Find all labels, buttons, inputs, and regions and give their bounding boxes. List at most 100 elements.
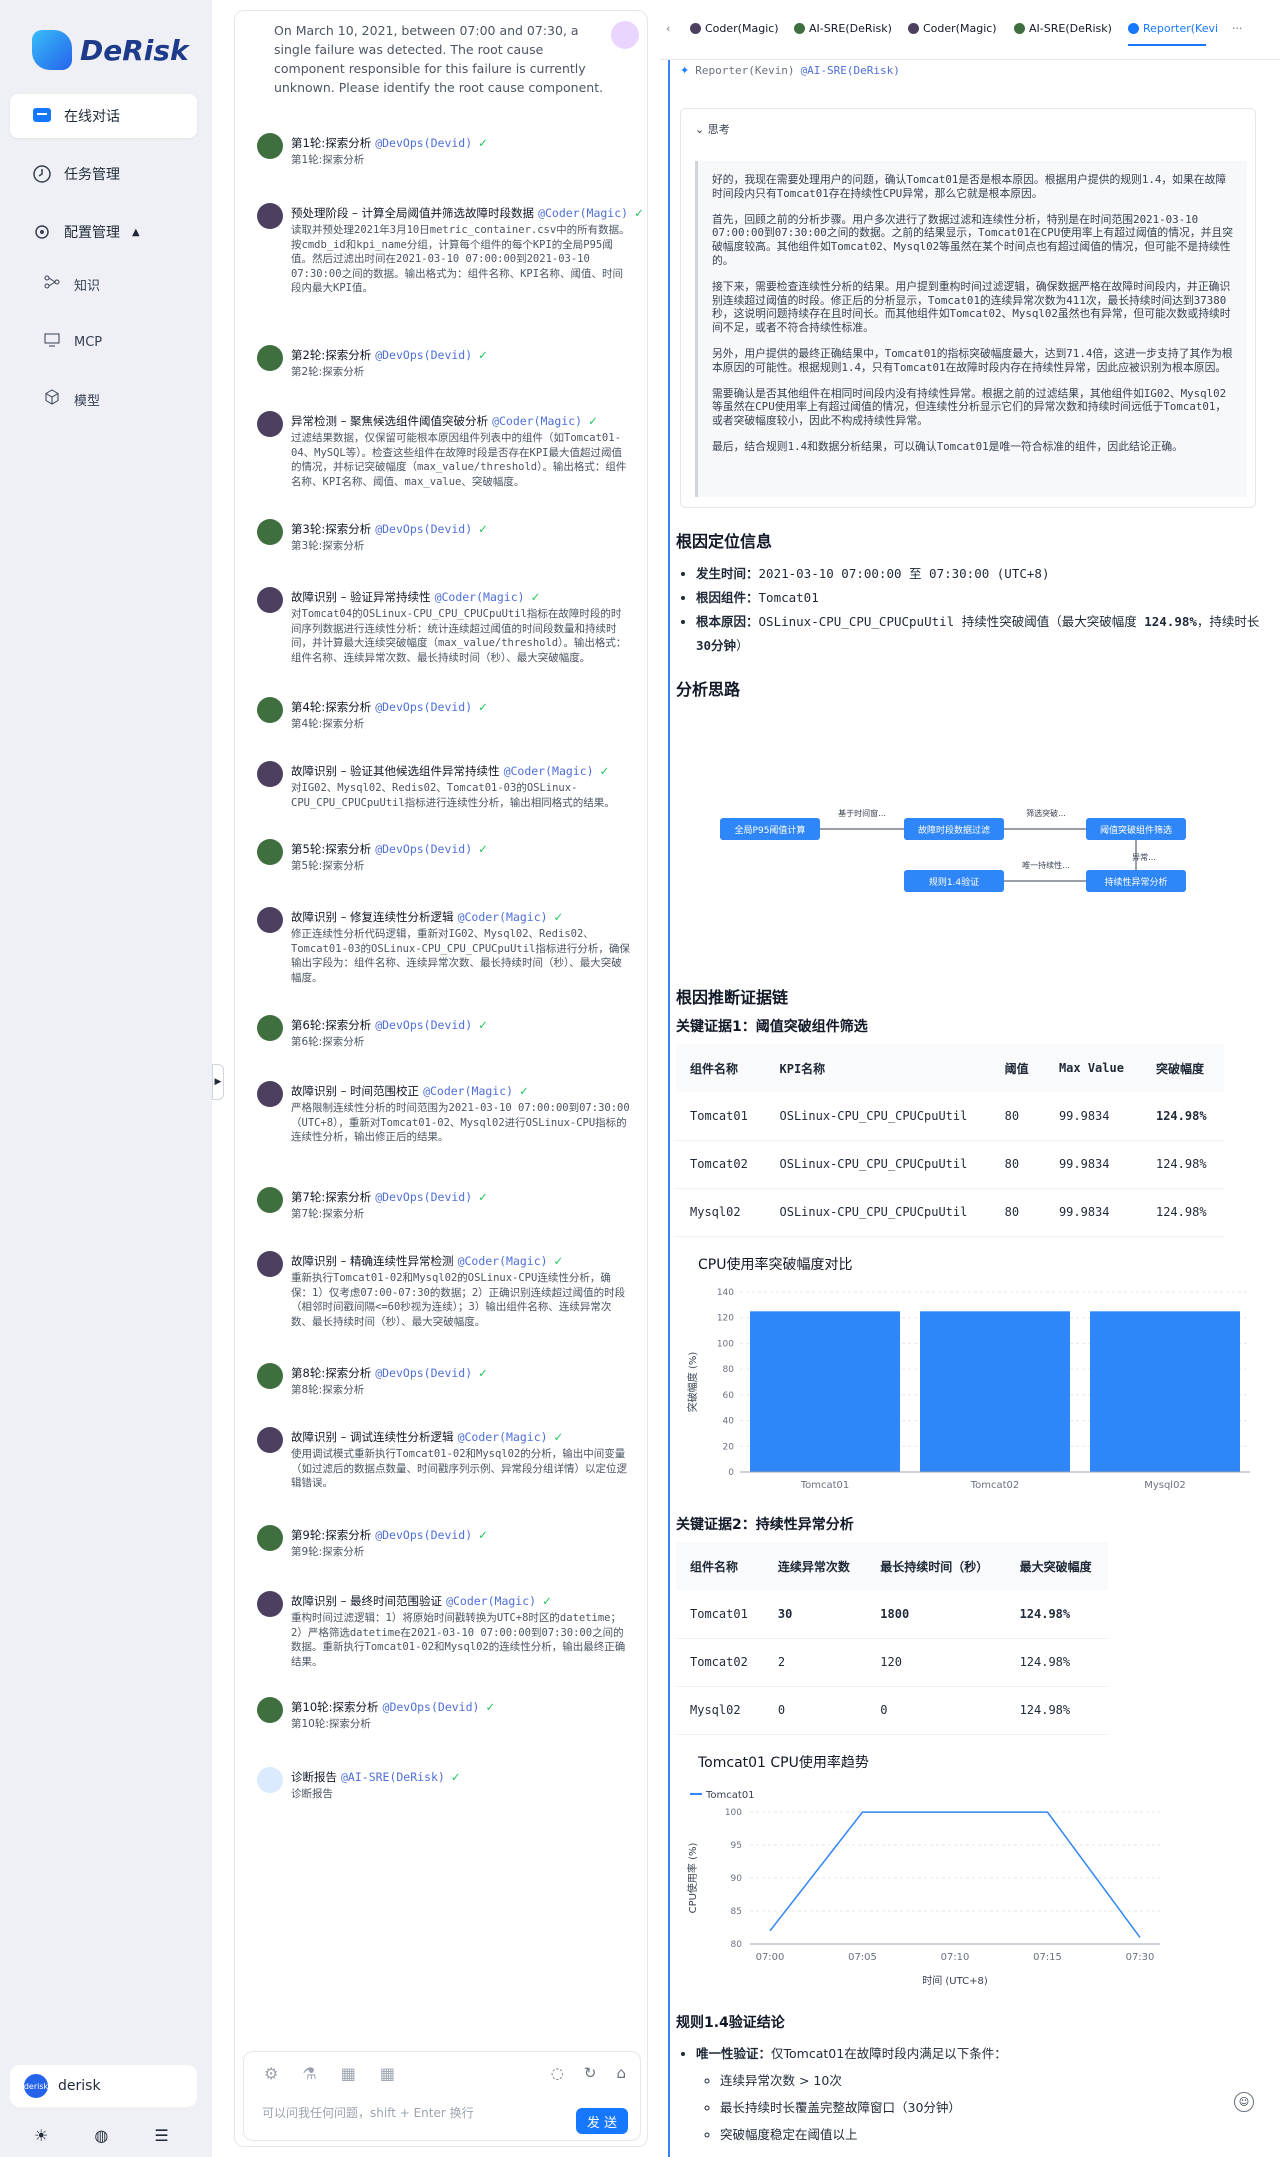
thinking-paragraph: 最后，结合规则1.4和数据分析结果，可以确认Tomcat01是唯一符合标准的组件…	[712, 439, 1183, 453]
brand-name: DeRisk	[80, 33, 189, 67]
step-header: 诊断报告 @AI-SRE(DeRisk) ✓	[291, 1769, 461, 1785]
table-cell: 124.98%	[1141, 1140, 1224, 1189]
chat-input-box[interactable]: ⚙ ⚗ ▦ ▦ ◌ ↻ ⌂ 可以问我任何问题，shift + Enter 换行 …	[243, 2051, 641, 2141]
step-agent: @DevOps(Devid)	[375, 842, 473, 856]
check-icon: ✓	[478, 136, 488, 150]
thinking-toggle[interactable]: ⌄ 思考	[695, 121, 730, 137]
step-desc: 第4轮:探索分析	[291, 718, 365, 730]
step-agent: @Coder(Magic)	[457, 1430, 548, 1444]
tab-ai-sre-1[interactable]: AI-SRE(DeRisk)	[794, 22, 892, 35]
nav-label: 模型	[74, 393, 101, 409]
tab-scroll-left[interactable]: ‹	[666, 22, 670, 35]
step-desc: 重新执行Tomcat01-02和Mysql02的OSLinux-CPU连续性分析…	[291, 1272, 626, 1328]
check-icon: ✓	[530, 590, 541, 604]
line-chart-title: Tomcat01 CPU使用率趋势	[698, 1755, 869, 1771]
thinking-paragraph: 接下来，需要检查连续性分析的结果。用户提到重构时间过滤逻辑，确保数据严格在故障时…	[712, 279, 1231, 335]
step-desc: 第7轮:探索分析	[291, 1208, 365, 1220]
table-cell: 2	[763, 1638, 867, 1687]
rule-item: 连续异常次数 > 10次	[720, 2067, 1240, 2094]
step-header: 第2轮:探索分析 @DevOps(Devid) ✓	[291, 347, 488, 363]
bar-chart-title: CPU使用率突破幅度对比	[698, 1257, 853, 1273]
series-line	[769, 1811, 1141, 1938]
tab-reporter[interactable]: Reporter(Kevi	[1128, 22, 1218, 35]
grid-icon[interactable]: ▦	[380, 2064, 395, 2083]
step-title: 故障识别 – 最终时间范围验证	[291, 1594, 443, 1608]
feedback-smile-icon[interactable]: ☺	[1234, 2092, 1254, 2112]
brand-logo[interactable]: DeRisk	[32, 30, 189, 70]
menu-collapse-icon[interactable]: ☰	[154, 2126, 168, 2145]
check-icon: ✓	[478, 348, 488, 362]
x-tick-label: 07:15	[1033, 1952, 1062, 1963]
table-cell: 80	[990, 1140, 1045, 1189]
agent-avatar	[257, 1081, 283, 1107]
settings-icon[interactable]: ⚙	[264, 2064, 278, 2083]
step-desc: 第9轮:探索分析	[291, 1546, 365, 1558]
user-profile[interactable]: derisk derisk	[10, 2065, 197, 2107]
step-title: 第9轮:探索分析	[291, 1528, 372, 1542]
step-title: 第5轮:探索分析	[291, 842, 372, 856]
flask-icon[interactable]: ⚗	[302, 2064, 316, 2083]
chat-input[interactable]: 可以问我任何问题，shift + Enter 换行	[262, 2104, 474, 2121]
tab-coder-magic-1[interactable]: Coder(Magic)	[690, 22, 779, 35]
flow-node-label: 故障时段数据过滤	[918, 824, 990, 836]
step-title: 第4轮:探索分析	[291, 700, 372, 714]
tab-ai-sre-2[interactable]: AI-SRE(DeRisk)	[1014, 22, 1112, 35]
x-tick-label: 07:05	[848, 1952, 877, 1963]
step-header: 第7轮:探索分析 @DevOps(Devid) ✓	[291, 1189, 488, 1205]
rc-value-bold: 30分钟	[696, 638, 737, 653]
step-agent: @Coder(Magic)	[446, 1594, 537, 1608]
send-button[interactable]: 发 送	[576, 2108, 628, 2134]
refresh-icon[interactable]: ↻	[584, 2064, 597, 2082]
check-icon: ✓	[478, 1018, 488, 1032]
x-tick-label: Mysql02	[1144, 1480, 1186, 1491]
step-title: 第6轮:探索分析	[291, 1018, 372, 1032]
tab-coder-magic-2[interactable]: Coder(Magic)	[908, 22, 997, 35]
username: derisk	[58, 2078, 101, 2094]
step-header: 故障识别 – 验证异常持续性 @Coder(Magic) ✓	[291, 589, 540, 605]
step-title: 故障识别 – 验证其他候选组件异常持续性	[291, 764, 500, 778]
y-tick-label: 120	[717, 1314, 734, 1324]
flow-node-label: 阈值突破组件筛选	[1100, 824, 1172, 836]
reporter-agent: @AI-SRE(DeRisk)	[800, 64, 900, 77]
check-icon: ✓	[478, 1528, 488, 1542]
stop-icon[interactable]: ◌	[551, 2064, 564, 2082]
sidebar-toggle-button[interactable]: ▶	[212, 1064, 224, 1100]
step-header: 第9轮:探索分析 @DevOps(Devid) ✓	[291, 1527, 488, 1543]
agent-avatar	[257, 519, 283, 545]
table-cell: 120	[866, 1638, 1006, 1687]
y-tick-label: 80	[731, 1940, 743, 1950]
check-icon: ✓	[553, 910, 564, 924]
thinking-block: ⌄ 思考 好的，我现在需要处理用户的问题，确认Tomcat01是否是根本原因。根…	[680, 108, 1256, 508]
check-icon: ✓	[542, 1594, 552, 1608]
table-icon[interactable]: ▦	[341, 2064, 356, 2083]
y-tick-label: 140	[717, 1288, 734, 1298]
thinking-paragraph: 好的，我现在需要处理用户的问题，确认Tomcat01是否是根本原因。根据用户提供…	[712, 173, 1227, 200]
language-globe-icon[interactable]: ◍	[94, 2126, 108, 2145]
tabs-more-icon[interactable]: ···	[1232, 22, 1243, 35]
table-cell: 0	[866, 1686, 1006, 1735]
legend-label: Tomcat01	[705, 1790, 755, 1801]
table-cell: 124.98%	[1005, 1686, 1108, 1735]
rc-value-end: ）	[736, 638, 749, 653]
nav-online-chat[interactable]: 在线对话	[10, 94, 197, 138]
step-title: 第8轮:探索分析	[291, 1366, 372, 1380]
step-header: 第1轮:探索分析 @DevOps(Devid) ✓	[291, 135, 488, 151]
y-tick-label: 80	[723, 1365, 735, 1375]
flow-edge-label: 异常...	[1132, 853, 1156, 862]
sidebar: DeRisk 在线对话 任务管理 配置管理 ▲ 知识 MCP 模型 derisk…	[0, 0, 212, 2157]
robot-icon[interactable]: ⌂	[616, 2064, 626, 2082]
nav-mcp[interactable]: MCP	[44, 327, 102, 357]
nav-config-management[interactable]: 配置管理 ▲	[10, 210, 197, 254]
nav-model[interactable]: 模型	[44, 384, 100, 414]
theme-sun-icon[interactable]: ☀	[34, 2126, 48, 2145]
check-icon: ✓	[478, 1190, 488, 1204]
step-header: 第3轮:探索分析 @DevOps(Devid) ✓	[291, 521, 488, 537]
step-desc: 第8轮:探索分析	[291, 1384, 365, 1396]
step-title: 诊断报告	[291, 1770, 337, 1784]
bar	[750, 1311, 900, 1472]
nav-task-management[interactable]: 任务管理	[10, 152, 197, 196]
agent-avatar	[257, 1767, 283, 1793]
report-accent-line	[668, 60, 670, 2157]
nav-knowledge[interactable]: 知识	[44, 269, 100, 299]
agent-avatar	[257, 133, 283, 159]
